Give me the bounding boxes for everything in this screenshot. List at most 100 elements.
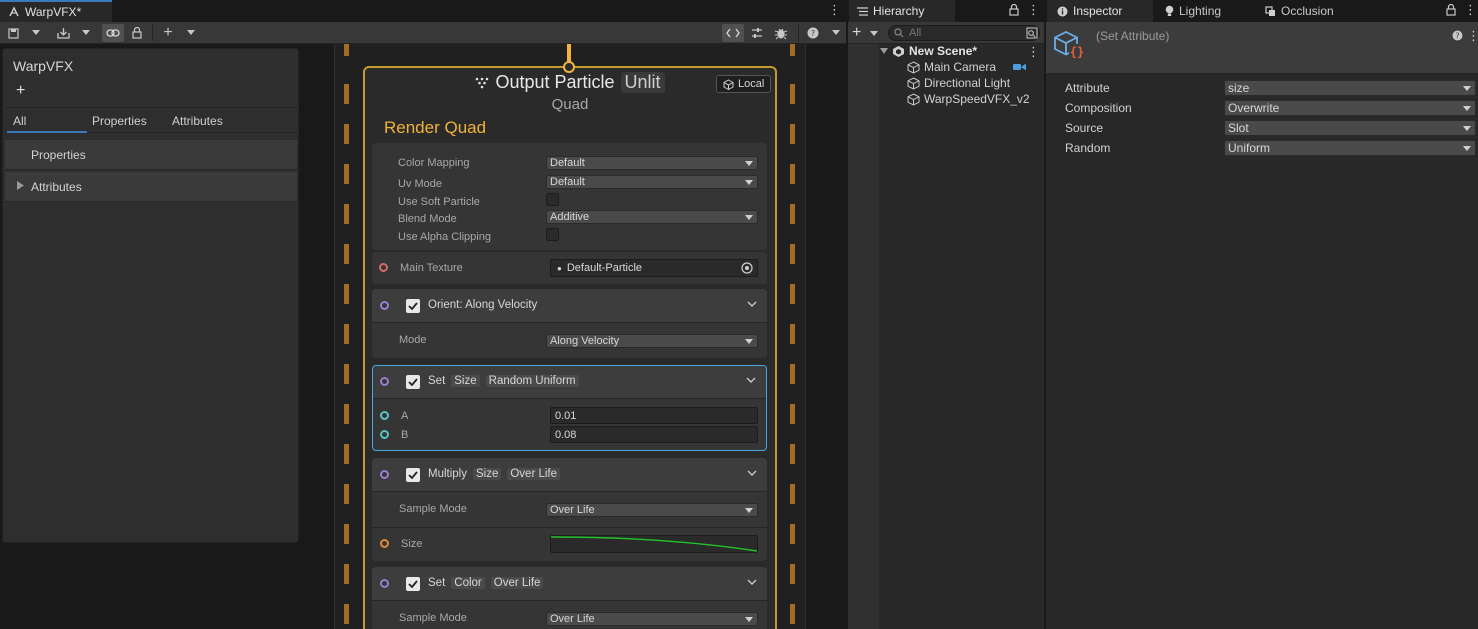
input-port-b[interactable]	[380, 430, 389, 439]
composition-dropdown[interactable]: Overwrite	[1224, 100, 1476, 116]
lock-icon[interactable]	[130, 24, 144, 42]
help-dropdown-icon[interactable]	[830, 24, 842, 42]
code-view-icon[interactable]	[722, 24, 744, 42]
block-enabled-checkbox[interactable]	[406, 468, 420, 482]
add-dropdown-icon[interactable]	[185, 24, 197, 42]
chevron-down-icon[interactable]	[747, 301, 757, 307]
setting-label: Use Soft Particle	[398, 196, 480, 208]
hierarchy-item-warpspeedvfx[interactable]: WarpSpeedVFX_v2	[907, 91, 1030, 107]
uv-mode-dropdown[interactable]: Default	[546, 175, 758, 189]
tab-all[interactable]: All	[13, 114, 26, 128]
block-title-mode: Over Life	[507, 468, 561, 480]
link-icon[interactable]	[102, 24, 124, 42]
block-title: Multiply Size Over Life	[428, 468, 561, 480]
help-icon[interactable]: ?	[806, 24, 820, 42]
inspector-lock-icon[interactable]	[1446, 4, 1456, 16]
chevron-right-icon[interactable]	[17, 181, 24, 190]
block-title-attribute: Color	[451, 577, 485, 589]
blend-mode-dropdown[interactable]: Additive	[546, 210, 758, 224]
add-icon[interactable]: +	[160, 24, 176, 42]
vfx-window-menu-icon[interactable]: ⋮	[828, 3, 841, 16]
compile-icon[interactable]	[55, 24, 71, 42]
tab-lighting[interactable]: Lighting	[1155, 0, 1255, 22]
search-filter-icon[interactable]	[1026, 27, 1038, 39]
hierarchy-item-directional-light[interactable]: Directional Light	[907, 75, 1010, 91]
tab-label: Occlusion	[1281, 4, 1334, 18]
hierarchy-search-input[interactable]: All	[888, 25, 1040, 41]
size-curve-field[interactable]	[550, 535, 758, 553]
inspector-menu-icon[interactable]: ⋮	[1464, 3, 1477, 16]
orient-mode-dropdown[interactable]: Along Velocity	[546, 334, 758, 348]
tab-inspector[interactable]: Inspector	[1047, 0, 1153, 22]
hierarchy-tab[interactable]: Hierarchy	[849, 0, 955, 22]
tab-occlusion[interactable]: Occlusion	[1255, 0, 1365, 22]
scene-menu-icon[interactable]: ⋮	[1027, 45, 1040, 58]
vfx-window-tab[interactable]: WarpVFX*	[0, 0, 112, 22]
setting-label: Use Alpha Clipping	[398, 231, 491, 243]
tab-attributes[interactable]: Attributes	[172, 114, 223, 128]
chevron-down-icon[interactable]	[746, 377, 756, 383]
object-picker-icon[interactable]	[741, 262, 753, 274]
block-enabled-checkbox[interactable]	[406, 577, 420, 591]
chevron-down-icon[interactable]	[747, 579, 757, 585]
hierarchy-add-icon[interactable]: +	[852, 25, 861, 41]
dropdown-value: Slot	[1228, 121, 1249, 135]
inspector-component-menu-icon[interactable]: ⋮	[1467, 29, 1478, 42]
vfx-tab-title: WarpVFX*	[25, 5, 82, 19]
settings-sliders-icon[interactable]	[749, 24, 765, 42]
size-b-field[interactable]: 0.08	[550, 426, 758, 443]
dropdown-value: Along Velocity	[550, 335, 620, 347]
hierarchy-menu-icon[interactable]: ⋮	[1027, 3, 1040, 16]
category-properties[interactable]: Properties	[5, 140, 297, 170]
gameobject-cube-icon	[907, 60, 920, 74]
hierarchy-item-main-camera[interactable]: Main Camera	[907, 59, 996, 75]
color-sample-mode-dropdown[interactable]: Over Life	[546, 612, 758, 626]
blackboard-add-button[interactable]: +	[16, 82, 25, 100]
block-enabled-checkbox[interactable]	[406, 299, 420, 313]
color-mapping-dropdown[interactable]: Default	[546, 156, 758, 170]
multiply-sample-mode-dropdown[interactable]: Over Life	[546, 503, 758, 517]
block-activation-port[interactable]	[380, 579, 389, 588]
tab-properties[interactable]: Properties	[92, 114, 147, 128]
size-curve	[551, 536, 757, 552]
soft-particle-checkbox[interactable]	[546, 193, 559, 206]
input-port-size-curve[interactable]	[380, 539, 389, 548]
svg-text:{}: {}	[1070, 45, 1084, 59]
save-icon[interactable]	[6, 24, 20, 42]
block-activation-port[interactable]	[380, 301, 389, 310]
space-toggle-button[interactable]: Local	[716, 75, 772, 93]
block-activation-port[interactable]	[380, 470, 389, 479]
attribute-dropdown[interactable]: size	[1224, 80, 1476, 96]
category-attributes[interactable]: Attributes	[5, 172, 297, 202]
blackboard-title: WarpVFX	[13, 58, 74, 74]
block-setting-label: Sample Mode	[399, 503, 467, 515]
alpha-clipping-checkbox[interactable]	[546, 228, 559, 241]
main-texture-port[interactable]	[379, 263, 388, 272]
debug-bug-icon[interactable]	[772, 24, 790, 42]
scene-name: New Scene*	[909, 44, 978, 58]
flow-dash	[790, 244, 795, 264]
info-icon	[1057, 6, 1068, 16]
dropdown-arrow-icon	[745, 617, 753, 622]
flow-dash	[790, 84, 795, 104]
compile-dropdown-icon[interactable]	[80, 24, 92, 42]
input-label-b: B	[401, 429, 409, 441]
main-texture-field[interactable]: ● Default-Particle	[550, 259, 758, 277]
hierarchy-add-dropdown-icon[interactable]	[870, 31, 878, 37]
cube-icon	[723, 78, 734, 90]
block-enabled-checkbox[interactable]	[406, 375, 420, 389]
hierarchy-lock-icon[interactable]	[1009, 4, 1019, 16]
scene-item[interactable]: New Scene*	[880, 43, 1044, 59]
vfx-preview-icon[interactable]	[1012, 62, 1027, 72]
dropdown-arrow-icon	[745, 161, 753, 166]
random-dropdown[interactable]: Uniform	[1224, 140, 1476, 156]
block-activation-port[interactable]	[380, 377, 389, 386]
vfx-graph-icon	[9, 6, 19, 17]
size-a-field[interactable]: 0.01	[550, 407, 758, 424]
source-dropdown[interactable]: Slot	[1224, 120, 1476, 136]
inspector-help-icon[interactable]: ?	[1452, 30, 1463, 41]
save-dropdown-icon[interactable]	[30, 24, 42, 42]
input-port-a[interactable]	[380, 411, 389, 420]
flow-dash	[790, 404, 795, 424]
chevron-down-icon[interactable]	[747, 470, 757, 476]
